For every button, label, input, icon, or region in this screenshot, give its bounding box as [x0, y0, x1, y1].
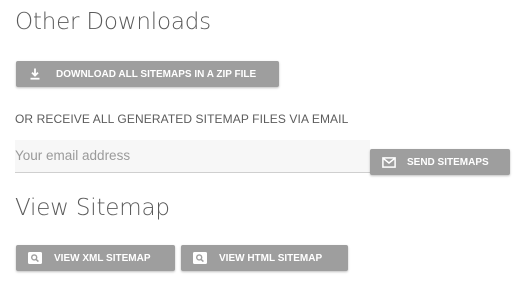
search-icon [193, 251, 207, 265]
view-xml-sitemap-button[interactable]: VIEW XML SITEMAP [16, 245, 175, 271]
other-downloads-title: Other Downloads [15, 9, 211, 35]
email-field[interactable] [15, 140, 370, 172]
send-sitemaps-button[interactable]: SEND SITEMAPS [370, 149, 510, 175]
search-icon [28, 251, 42, 265]
send-sitemaps-label: SEND SITEMAPS [407, 156, 489, 168]
view-sitemap-title: View Sitemap [15, 195, 170, 221]
view-xml-sitemap-label: VIEW XML SITEMAP [54, 252, 151, 264]
email-note: OR RECEIVE ALL GENERATED SITEMAP FILES V… [15, 112, 349, 126]
view-html-sitemap-button[interactable]: VIEW HTML SITEMAP [181, 245, 348, 271]
download-zip-label: DOWNLOAD ALL SITEMAPS IN A ZIP FILE [56, 68, 257, 80]
email-field-wrapper [15, 140, 370, 173]
download-icon [28, 67, 42, 81]
mail-icon [382, 155, 396, 169]
download-zip-button[interactable]: DOWNLOAD ALL SITEMAPS IN A ZIP FILE [16, 61, 279, 87]
view-html-sitemap-label: VIEW HTML SITEMAP [219, 252, 323, 264]
